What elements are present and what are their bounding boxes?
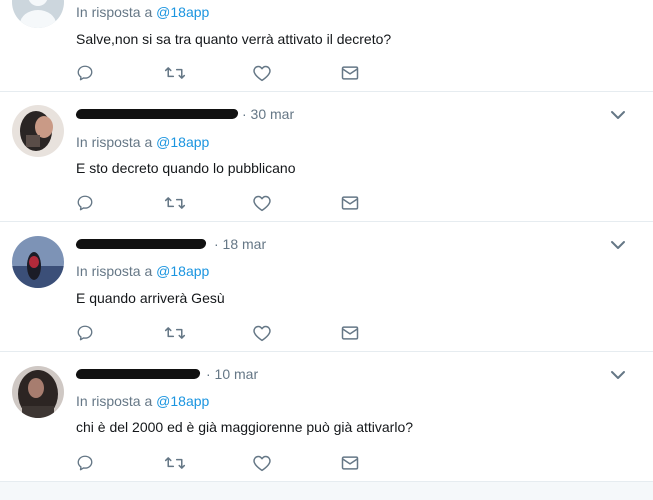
reply-context: In risposta a @18app <box>76 263 209 279</box>
retweet-icon <box>164 457 186 469</box>
reply-button[interactable] <box>76 451 164 475</box>
reply-button[interactable] <box>76 61 164 85</box>
redacted-name <box>75 239 207 249</box>
reply-icon <box>77 65 93 81</box>
retweet-icon <box>164 327 186 339</box>
tweet-item[interactable]: · 18 mar In risposta a @18app E quando a… <box>0 222 653 352</box>
tweet-actions <box>76 61 428 85</box>
reply-prefix: In risposta a <box>76 393 153 409</box>
tweet-actions <box>76 321 428 345</box>
like-icon <box>253 325 271 342</box>
like-icon <box>253 65 271 82</box>
message-button[interactable] <box>340 191 428 215</box>
like-icon <box>253 195 271 212</box>
reply-context: In risposta a @18app <box>76 393 209 409</box>
reply-context: In risposta a @18app <box>76 134 209 150</box>
tweet-text: E sto decreto quando lo pubblicano <box>76 160 296 176</box>
avatar[interactable] <box>12 236 64 288</box>
like-button[interactable] <box>252 61 340 85</box>
message-button[interactable] <box>340 61 428 85</box>
message-icon <box>341 66 359 80</box>
like-icon <box>253 455 271 472</box>
message-icon <box>341 196 359 210</box>
tweet-text: E quando arriverà Gesù <box>76 290 225 306</box>
reply-icon <box>77 325 93 341</box>
message-icon <box>341 326 359 340</box>
tweet-header: · 30 mar <box>75 102 294 126</box>
tweet-actions <box>76 451 428 475</box>
tweet-text: chi è del 2000 ed è già maggiorenne può … <box>76 419 414 435</box>
redacted-name <box>75 109 239 119</box>
reply-handle-link[interactable]: @18app <box>156 263 209 279</box>
tweet-header: · 18 mar <box>75 232 266 256</box>
message-icon <box>341 456 359 470</box>
avatar[interactable] <box>12 0 64 28</box>
retweet-button[interactable] <box>164 61 252 85</box>
timeline-footer <box>0 482 653 500</box>
like-button[interactable] <box>252 191 340 215</box>
tweet-date[interactable]: · 18 mar <box>214 236 266 252</box>
reply-handle-link[interactable]: @18app <box>156 134 209 150</box>
tweet-date[interactable]: · 30 mar <box>242 106 294 122</box>
redacted-name <box>75 369 201 379</box>
chevron-down-icon[interactable] <box>609 366 627 384</box>
reply-handle-link[interactable]: @18app <box>156 4 209 20</box>
like-button[interactable] <box>252 451 340 475</box>
tweet-item[interactable]: · 30 mar In risposta a @18app E sto decr… <box>0 92 653 222</box>
tweet-header: · 10 mar <box>75 362 258 386</box>
reply-icon <box>77 455 93 471</box>
retweet-button[interactable] <box>164 451 252 475</box>
reply-context: In risposta a @18app <box>76 4 209 20</box>
tweet-actions <box>76 191 428 215</box>
tweet-item[interactable]: · 10 mar In risposta a @18app chi è del … <box>0 352 653 482</box>
chevron-down-icon[interactable] <box>609 236 627 254</box>
retweet-button[interactable] <box>164 191 252 215</box>
reply-prefix: In risposta a <box>76 4 153 20</box>
reply-button[interactable] <box>76 321 164 345</box>
reply-prefix: In risposta a <box>76 263 153 279</box>
message-button[interactable] <box>340 451 428 475</box>
tweet-item[interactable]: In risposta a @18app Salve,non si sa tra… <box>0 0 653 92</box>
tweet-date[interactable]: · 10 mar <box>206 366 258 382</box>
message-button[interactable] <box>340 321 428 345</box>
retweet-icon <box>164 67 186 79</box>
avatar[interactable] <box>12 366 64 418</box>
reply-button[interactable] <box>76 191 164 215</box>
chevron-down-icon[interactable] <box>609 106 627 124</box>
avatar[interactable] <box>12 105 64 157</box>
tweet-text: Salve,non si sa tra quanto verrà attivat… <box>76 31 392 47</box>
retweet-icon <box>164 197 186 209</box>
reply-prefix: In risposta a <box>76 134 153 150</box>
retweet-button[interactable] <box>164 321 252 345</box>
reply-handle-link[interactable]: @18app <box>156 393 209 409</box>
like-button[interactable] <box>252 321 340 345</box>
reply-icon <box>77 195 93 211</box>
